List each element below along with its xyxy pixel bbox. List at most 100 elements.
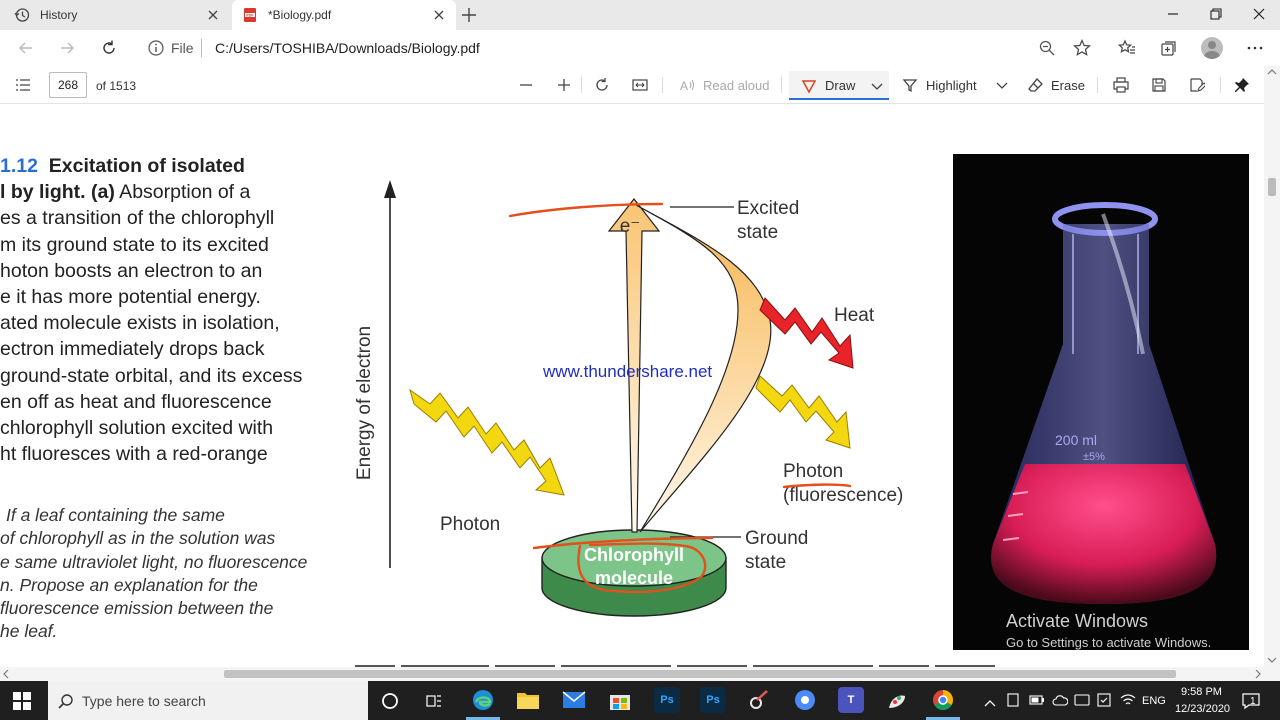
toolbar-divider <box>781 77 782 93</box>
chrome-icon[interactable] <box>792 687 818 713</box>
contents-list-icon[interactable] <box>15 77 31 93</box>
question-line: of chlorophyll as in the solution was <box>0 528 276 549</box>
taskbar-search-box[interactable]: Type here to search <box>48 681 368 720</box>
address-scheme-label: File <box>171 40 194 56</box>
fluorescence-photon-arrow <box>755 375 851 449</box>
eraser-icon[interactable] <box>1028 77 1044 93</box>
tray-device-icon[interactable] <box>1006 693 1020 712</box>
clock-time[interactable]: 9:58 PM <box>1181 686 1222 698</box>
paint-icon[interactable] <box>884 687 910 713</box>
forward-arrow-icon[interactable] <box>58 39 76 57</box>
zoom-in-icon[interactable] <box>556 77 572 93</box>
erase-label[interactable]: Erase <box>1051 78 1085 93</box>
figure-question: If a leaf containing the same of chlorop… <box>0 504 330 644</box>
read-aloud-label[interactable]: Read aloud <box>703 78 770 93</box>
tray-app-icon[interactable] <box>1074 693 1090 712</box>
caption-line: en off as heat and fluorescence <box>0 390 272 413</box>
caption-line: es a transition of the chlorophyll <box>0 207 275 230</box>
chrome-icon[interactable] <box>930 687 956 713</box>
question-line: fluorescence emission between the <box>0 598 274 619</box>
highlight-icon[interactable] <box>902 77 918 93</box>
pin-icon[interactable] <box>1234 77 1250 93</box>
snipping-tool-icon[interactable] <box>746 687 772 713</box>
notification-count: 1 <box>1250 696 1256 707</box>
more-menu-icon[interactable] <box>1246 39 1264 57</box>
collections-icon[interactable] <box>1160 39 1178 57</box>
language-indicator[interactable]: ENG <box>1142 695 1166 707</box>
favorite-star-icon[interactable] <box>1073 39 1091 57</box>
horizontal-scroll-thumb[interactable] <box>224 670 1176 678</box>
horizontal-scrollbar[interactable] <box>0 667 1280 681</box>
history-icon <box>14 7 30 23</box>
teams-icon[interactable]: T <box>838 687 864 713</box>
close-tab-icon[interactable] <box>206 8 220 22</box>
back-arrow-icon[interactable] <box>17 39 35 57</box>
zoom-out-icon[interactable] <box>518 77 534 93</box>
heat-label: Heat <box>834 305 875 326</box>
onedrive-cloud-icon[interactable] <box>1052 693 1069 712</box>
excited-state-label-2: state <box>737 222 778 243</box>
fit-page-icon[interactable] <box>632 77 648 93</box>
page-number-input[interactable]: 268 <box>49 72 87 98</box>
chevron-down-icon[interactable] <box>869 78 885 94</box>
tab-biology-pdf[interactable]: PDF *Biology.pdf <box>232 0 456 30</box>
file-explorer-icon[interactable] <box>515 687 541 713</box>
rotate-icon[interactable] <box>594 77 610 93</box>
question-line: n. Propose an explanation for the <box>0 574 258 595</box>
close-window-icon[interactable] <box>1251 6 1267 22</box>
flask-tolerance-mark: ±5% <box>1083 451 1105 463</box>
question-line: If a leaf containing the same <box>6 505 225 525</box>
flask-volume-mark: 200 ml <box>1055 432 1097 448</box>
caption-line: ht fluoresces with a red-orange <box>0 443 268 466</box>
energy-axis-label: Energy of electron <box>354 326 375 480</box>
question-line: he leaf. <box>0 621 58 642</box>
read-aloud-icon[interactable]: A <box>679 77 695 93</box>
edge-browser-icon[interactable] <box>470 687 496 713</box>
cutoff-text-line <box>355 665 995 667</box>
photoshop-icon[interactable]: Ps <box>654 687 680 713</box>
zoom-icon[interactable] <box>1038 39 1056 57</box>
info-icon[interactable] <box>147 39 165 57</box>
tab-label: *Biology.pdf <box>268 8 332 22</box>
highlight-label[interactable]: Highlight <box>926 78 977 93</box>
pdf-file-icon: PDF <box>242 7 258 23</box>
tab-history[interactable]: History <box>0 0 230 30</box>
mail-icon[interactable] <box>561 687 587 713</box>
minimize-icon[interactable] <box>1165 6 1181 22</box>
favorites-list-icon[interactable] <box>1117 39 1136 57</box>
svg-text:A: A <box>680 79 688 93</box>
chevron-down-icon[interactable] <box>994 77 1010 93</box>
new-tab-icon[interactable] <box>460 6 478 24</box>
wifi-icon[interactable] <box>1120 693 1136 712</box>
caption-line: m its ground state to its excited <box>0 233 269 256</box>
photoshop-icon[interactable]: Ps <box>700 687 726 713</box>
address-url[interactable]: C:/Users/TOSHIBA/Downloads/Biology.pdf <box>215 40 480 56</box>
windows-taskbar: Type here to search Ps Ps T ENG 9:58 PM … <box>0 681 1280 720</box>
incoming-photon-arrow <box>409 388 565 496</box>
profile-avatar[interactable] <box>1201 37 1223 59</box>
store-icon[interactable] <box>607 687 633 713</box>
fluorescence-photo: 200 ml ±5% <box>953 154 1249 650</box>
figure-caption: 1.12 Excitation of isolated l by light. … <box>0 153 330 467</box>
defender-icon[interactable] <box>1097 693 1111 712</box>
print-icon[interactable] <box>1113 77 1129 93</box>
restore-icon[interactable] <box>1208 6 1224 22</box>
task-view-icon[interactable] <box>425 692 443 715</box>
tab-label: History <box>40 8 78 22</box>
show-hidden-icons-chevron[interactable] <box>984 695 996 713</box>
draw-button[interactable]: Draw <box>789 71 889 100</box>
battery-icon[interactable] <box>1029 693 1045 712</box>
vertical-scrollbar[interactable] <box>1264 66 1280 667</box>
refresh-icon[interactable] <box>100 39 118 57</box>
close-tab-icon[interactable] <box>432 8 446 22</box>
cortana-icon[interactable] <box>381 692 399 715</box>
toolbar-divider <box>1220 77 1221 93</box>
excitation-diagram: Energy of electron e⁻ Excited state Heat… <box>354 180 903 617</box>
windows-start-icon[interactable] <box>13 692 31 715</box>
save-icon[interactable] <box>1151 77 1167 93</box>
vertical-scroll-thumb[interactable] <box>1268 178 1276 196</box>
clock-date[interactable]: 12/23/2020 <box>1175 703 1230 715</box>
save-as-icon[interactable] <box>1189 77 1207 93</box>
fluorescence-photon-label-1: Photon <box>783 461 843 482</box>
energy-axis-arrowhead <box>384 180 396 198</box>
